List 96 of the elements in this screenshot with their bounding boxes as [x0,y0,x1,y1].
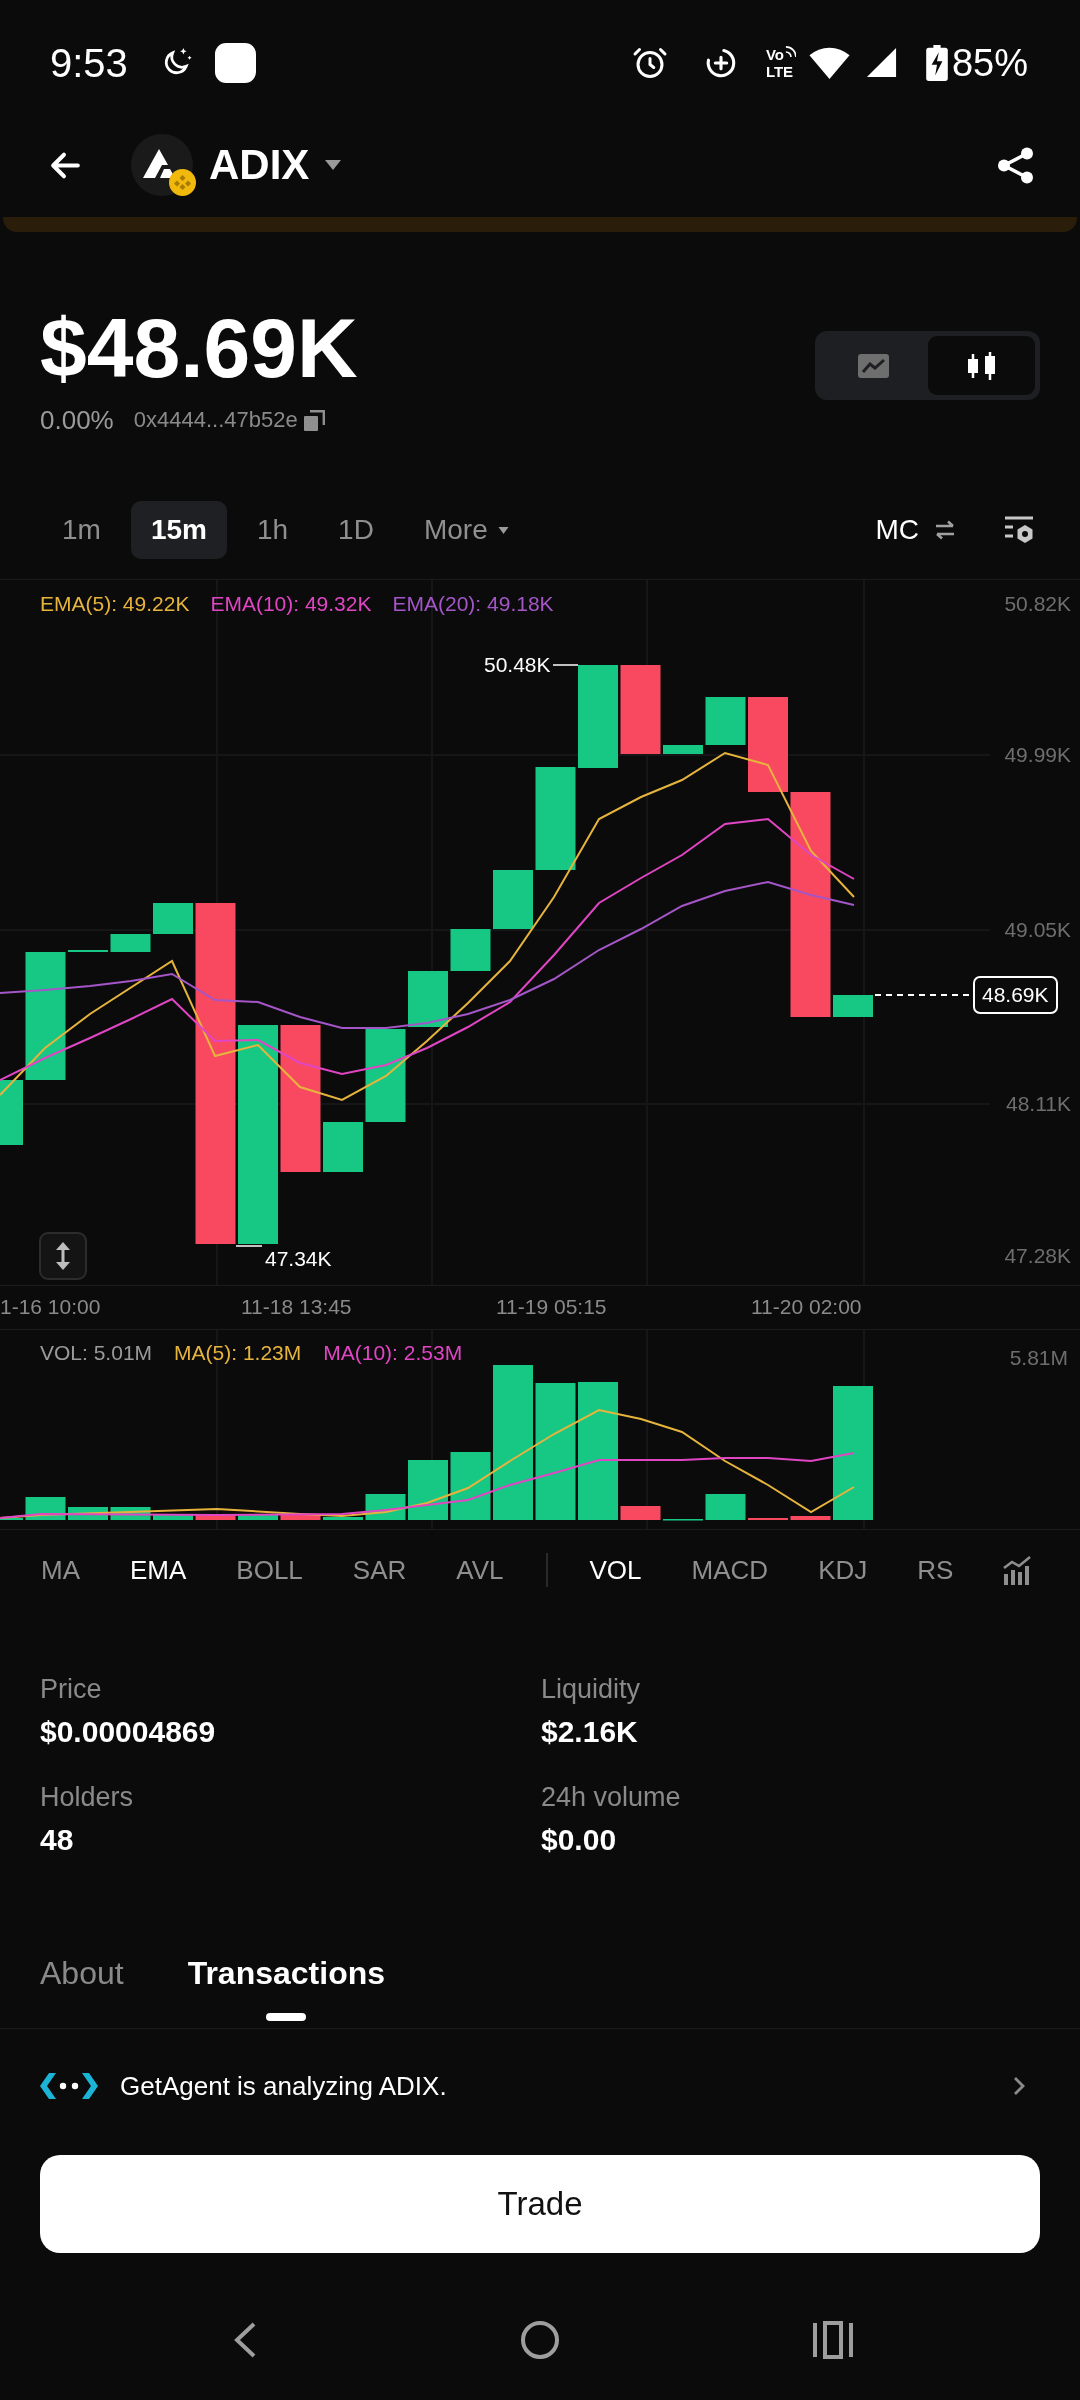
price-axis-label: 49.99K [1004,742,1071,768]
agent-brackets-icon [40,2073,98,2099]
high-price-label: 50.48K [484,652,551,678]
settings-icon[interactable] [1003,514,1035,546]
network-type-label: LTE [765,62,794,80]
more-menu-button[interactable]: More [403,501,529,559]
volume-bar [620,1506,661,1520]
section-tab[interactable]: About [40,1953,124,2021]
candle [493,870,533,929]
stat-label: Liquidity [541,1673,641,1706]
agent-status-text: GetAgent is analyzing ADIX. [120,2070,447,2102]
volume-bar [450,1452,491,1520]
timeframe-tab[interactable]: 15m [130,501,227,559]
candle [0,1080,23,1145]
status-time: 9:53 [50,42,128,83]
high-price-leader [552,664,579,666]
stat-label: Holders [40,1781,134,1814]
wifi-icon [807,45,851,80]
candle [110,934,151,952]
volume-legend-label: MA(5): 1.23M [174,1340,302,1366]
mc-toggle-button[interactable]: MC [875,509,957,551]
time-axis-label: 11-18 13:45 [241,1294,352,1320]
line-chart-icon [858,353,890,378]
stat-label: Price [40,1673,102,1706]
volume-bar [408,1460,448,1520]
indicator-tab[interactable]: AVL [456,1554,504,1586]
indicator-tab[interactable]: BOLL [236,1554,303,1586]
volume-bar [238,1514,278,1520]
candle [833,995,873,1017]
timeframe-tab[interactable]: 1D [318,501,394,559]
indicator-tab[interactable]: KDJ [818,1554,868,1586]
ema-legend-label: EMA(10): 49.32K [210,591,372,617]
timeframe-tab[interactable]: 1m [42,501,121,559]
price-axis-label: 47.28K [1004,1243,1071,1269]
app-notification-icon [214,42,256,83]
candle [663,745,703,754]
nav-recents-icon[interactable] [812,2321,854,2359]
swap-arrows-icon [933,518,957,542]
nav-home-icon[interactable] [520,2320,560,2360]
volume-bar [790,1516,831,1520]
tab-indicator [266,2013,307,2021]
time-axis-label: 11-19 05:15 [496,1294,607,1320]
trade-button[interactable]: Trade [40,2155,1040,2253]
low-price-label: 47.34K [265,1247,332,1271]
volume-bar [280,1514,321,1520]
volume-legend-label: MA(10): 2.53M [323,1340,463,1366]
price-axis-label: 48.11K [1006,1091,1071,1117]
candle [408,971,448,1027]
stat-value: 48 [40,1822,74,1858]
indicator-tab[interactable]: SAR [352,1554,407,1586]
stat-value: $0.00 [541,1822,617,1858]
chart-type-button[interactable] [927,336,1035,395]
volume-bar [195,1514,236,1520]
indicator-tab[interactable]: RS [917,1554,954,1586]
indicator-tab[interactable]: EMA [130,1554,187,1586]
price-value: $48.69K [40,306,358,390]
nav-back-icon[interactable] [232,2321,258,2359]
contract-address: 0x4444...47b52e [133,406,298,434]
ema-legend-label: EMA(5): 49.22K [40,591,190,617]
price-change: 0.00% [40,404,114,436]
volume-axis-label: 5.81M [1009,1345,1068,1371]
timeframe-tab[interactable]: 1h [236,501,309,559]
section-tab[interactable]: Transactions [187,1953,386,2021]
price-axis-label: 49.05K [1004,917,1071,943]
caret-down-icon [497,526,509,534]
volume-bar [153,1514,193,1520]
low-price-leader [235,1245,263,1247]
volume-legend-label: VOL: 5.01M [40,1340,153,1366]
volume-bar [705,1494,746,1520]
candle [153,903,193,934]
last-price-tag: 48.69K [973,976,1058,1014]
stat-value: $2.16K [541,1714,638,1750]
time-axis-label: 1-16 10:00 [0,1294,101,1320]
stat-label: 24h volume [541,1781,681,1814]
volume-bar [323,1517,363,1520]
candle [705,697,746,745]
network-type-label: Vo [765,45,784,63]
chain-badge-icon [169,169,196,196]
indicator-tab[interactable]: VOL [589,1554,642,1586]
stat-value: $0.00004869 [40,1714,216,1750]
copy-icon[interactable] [303,409,325,431]
candle [323,1122,363,1172]
candle [450,929,491,971]
battery-charging-icon [925,44,948,81]
vertical-resize-icon[interactable] [39,1232,87,1280]
price-axis-label: 50.82K [1004,591,1071,617]
indicator-tab[interactable]: MA [41,1554,80,1586]
ema-legend-label: EMA(20): 49.18K [392,591,554,617]
battery-percent: 85% [951,43,1028,82]
share-icon[interactable] [997,146,1034,184]
caret-down-icon[interactable] [325,160,342,170]
token-symbol[interactable]: ADIX [209,144,310,186]
calling-arcs-icon [784,45,796,57]
time-axis-label: 11-20 02:00 [751,1294,862,1320]
chevron-right-icon[interactable] [1012,2075,1026,2097]
indicator-tab[interactable]: MACD [691,1554,769,1586]
